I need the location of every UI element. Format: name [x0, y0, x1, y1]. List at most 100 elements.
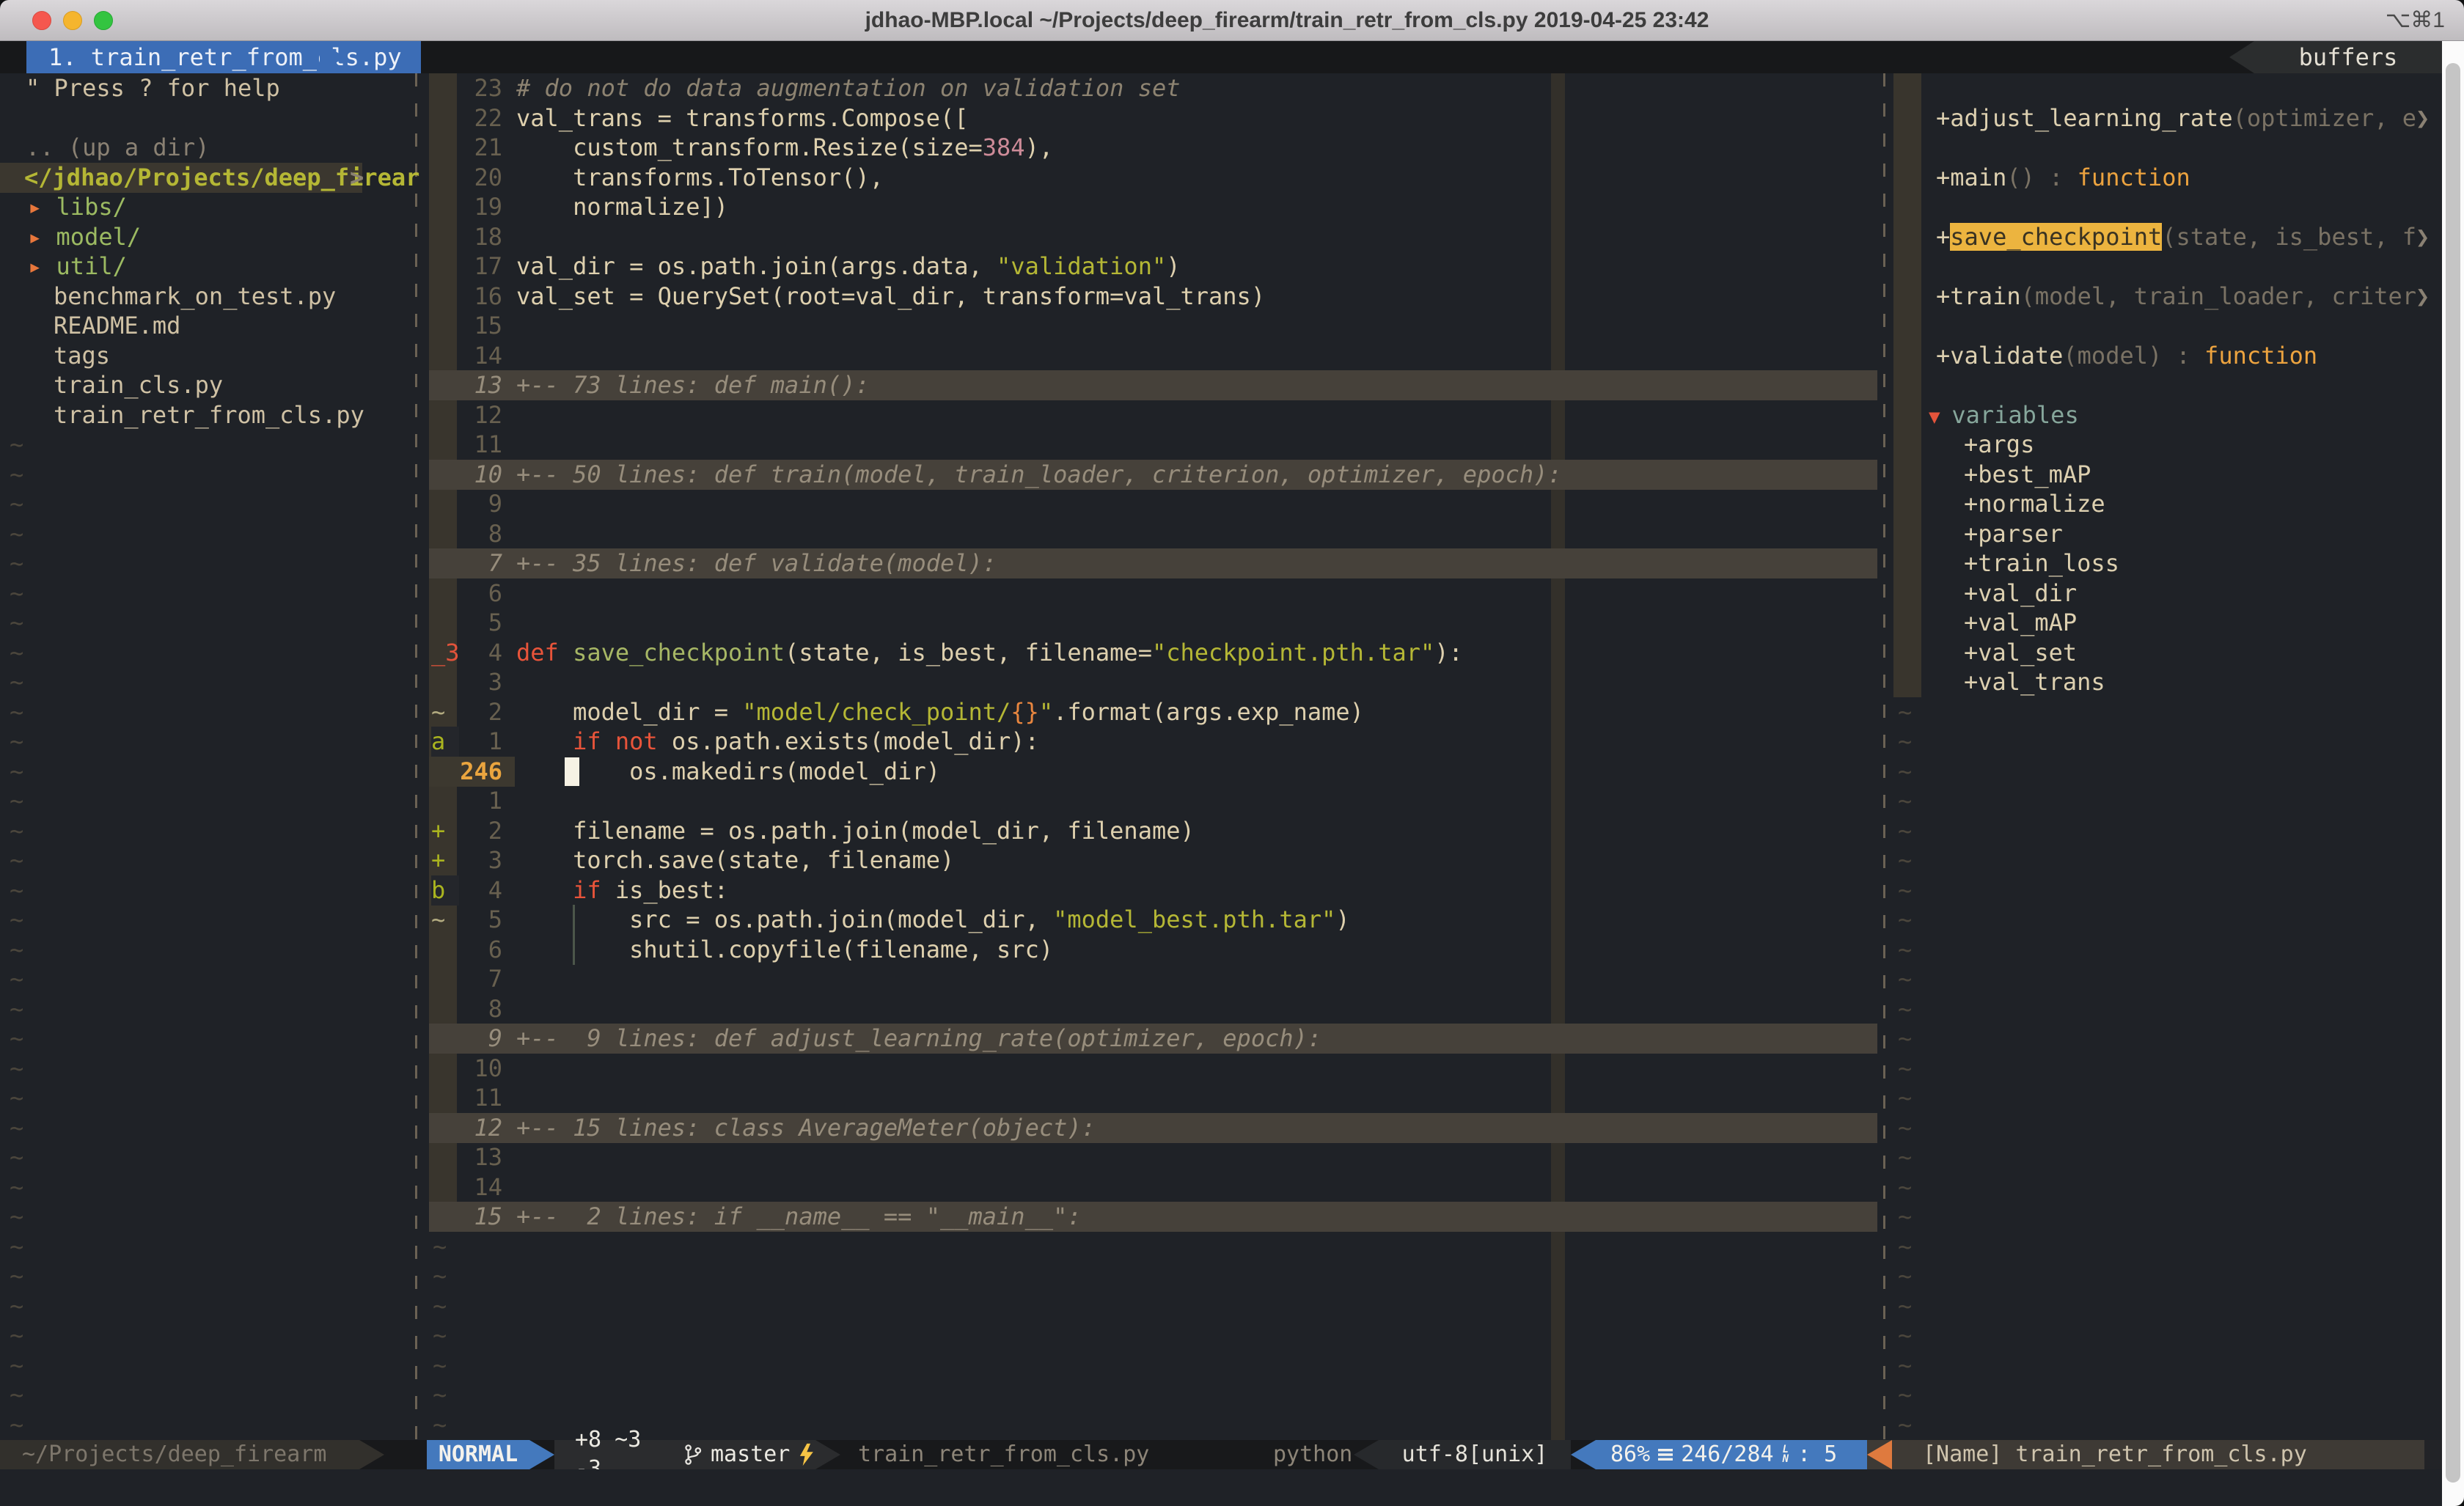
token: ~ [1898, 1143, 1912, 1171]
git-branch-name: master [711, 1440, 790, 1469]
token: (model) [2063, 342, 2162, 370]
tag-item[interactable]: +val_trans [0, 667, 2442, 697]
tag-item[interactable]: +val_mAP [0, 608, 2442, 638]
token: 384 [983, 133, 1025, 161]
tagbar-empty-line: ~ [0, 1291, 2442, 1321]
line-number: 13 [429, 370, 502, 400]
token: ~ [1898, 1024, 1912, 1052]
tagbar-status: [Name] train_retr_from_cls.py [1892, 1440, 2424, 1469]
tagbar-empty-line: ~ [0, 757, 2442, 787]
window-title: jdhao-MBP.local ~/Projects/deep_firearm/… [0, 0, 2464, 41]
token: + [1936, 223, 1950, 251]
tag-item[interactable]: +val_set [0, 638, 2442, 668]
tag-item[interactable]: +adjust_learning_rate(optimizer, epo❯ [0, 103, 2442, 133]
tag-item[interactable]: +val_dir [0, 578, 2442, 609]
token: ~ [1898, 1233, 1912, 1260]
token: ~ [1898, 1084, 1912, 1112]
position-segment: 86% 246/284 LN : 5 [1596, 1440, 1867, 1469]
token: +val_trans [1964, 668, 2105, 696]
token: +best_mAP [1964, 460, 2091, 488]
tag-item[interactable]: +save_checkpoint(state, is_best, fil❯ [0, 222, 2442, 252]
tag-item[interactable]: +train(model, train_loader, criterio❯ [0, 282, 2442, 312]
tag-item[interactable]: +parser [0, 519, 2442, 549]
token: +train_loss [1964, 549, 2119, 577]
token: +main [1936, 164, 2006, 191]
line-number: 17 [429, 251, 502, 282]
token: normalize]) [516, 193, 728, 221]
token: ) [1166, 252, 1180, 280]
token: +args [1964, 430, 2034, 458]
code-line[interactable]: 15 [0, 311, 2442, 341]
tagbar-empty-line: ~ [0, 1024, 2442, 1054]
token: ~ [1898, 727, 1912, 755]
tag-item[interactable]: +train_loss [0, 548, 2442, 578]
scrollbar-track[interactable] [2442, 41, 2464, 1506]
mode-indicator: NORMAL [427, 1440, 529, 1469]
git-branch-icon [683, 1443, 702, 1466]
cursor-column: : 5 [1797, 1440, 1837, 1469]
git-segment: +8 ~3 -3 master [554, 1440, 815, 1469]
token: function [2078, 164, 2190, 191]
scroll-percent: 86% [1610, 1440, 1650, 1469]
buffers-arrow-separator-icon [2229, 41, 2254, 73]
token: +parser [1964, 520, 2063, 548]
tag-item[interactable]: +normalize [0, 489, 2442, 519]
token: (model, train_loader, criterio [2021, 282, 2416, 310]
cursor-position: 246/284 [1681, 1440, 1773, 1469]
tag-item[interactable]: +best_mAP [0, 460, 2442, 490]
line-number: 19 [429, 192, 502, 222]
token: save_checkpoint [1950, 223, 2162, 251]
tag-item[interactable]: ▼ variables [0, 400, 2442, 430]
statusline: ~/Projects/deep_firearm NORMAL +8 ~3 -3 … [0, 1440, 2442, 1469]
token: +validate [1936, 342, 2063, 370]
token: +val_set [1964, 639, 2077, 666]
tagbar-empty-line: ~ [0, 1261, 2442, 1291]
tab-current[interactable]: 1. train_retr_from_cls.py [26, 41, 421, 73]
tagbar-empty-line: ~ [0, 1142, 2442, 1172]
token: ~ [1898, 846, 1912, 874]
statusline-filetype: python [1273, 1440, 1352, 1469]
line-number: 21 [429, 133, 502, 163]
token: ~ [1898, 1262, 1912, 1290]
code-fold-line[interactable]: 13+-- 73 lines: def main(): [0, 370, 2442, 400]
statusline-encoding: utf-8[unix] [1379, 1440, 1571, 1469]
tagbar-empty-line: ~ [0, 816, 2442, 846]
tagbar-empty-line: ~ [0, 786, 2442, 816]
token: variables [1951, 401, 2078, 429]
tagbar-empty-line: ~ [0, 1172, 2442, 1202]
powerline-arrow-icon [1571, 1440, 1596, 1469]
tag-item[interactable]: +validate(model) : function [0, 341, 2442, 371]
token: ~ [1898, 1381, 1912, 1408]
buffers-label: buffers [2254, 41, 2442, 73]
tagbar-empty-line: ~ [0, 1410, 2442, 1440]
code-line[interactable]: 19 normalize]) [0, 192, 2442, 222]
code-line[interactable]: 23# do not do data augmentation on valid… [0, 73, 2442, 103]
tagbar-empty-line: ~ [0, 1380, 2442, 1410]
command-line[interactable] [0, 1469, 2442, 1506]
token: ~ [1898, 1351, 1912, 1379]
token: ~ [1898, 1411, 1912, 1439]
scrollbar-thumb[interactable] [2446, 63, 2460, 1483]
code-line[interactable]: 21 custom_transform.Resize(size=384), [0, 133, 2442, 163]
line-number: 15 [429, 311, 502, 341]
powerline-arrow-icon [529, 1440, 554, 1469]
tagbar-empty-line: ~ [0, 845, 2442, 875]
tagbar-empty-line: ~ [0, 1351, 2442, 1381]
truncation-marker-icon: ❯ [2416, 222, 2430, 252]
token: ~ [1898, 1202, 1912, 1230]
truncation-marker-icon: ❯ [2416, 103, 2430, 133]
tagbar-empty-line: ~ [0, 1054, 2442, 1084]
powerline-arrow-icon [1354, 1440, 1379, 1469]
token: ~ [1898, 1292, 1912, 1320]
tag-item[interactable]: +main() : function [0, 163, 2442, 193]
token: +normalize [1964, 490, 2105, 518]
token: ~ [1898, 757, 1912, 785]
token: ~ [1898, 1054, 1912, 1082]
tagbar-empty-line: ~ [0, 875, 2442, 906]
tag-item[interactable]: +args [0, 430, 2442, 460]
token: function [2204, 342, 2317, 370]
code-line[interactable]: 17val_dir = os.path.join(args.data, "val… [0, 251, 2442, 282]
powerline-arrow-icon [359, 1440, 384, 1469]
token: +val_mAP [1964, 609, 2077, 636]
token: ), [1025, 133, 1054, 161]
